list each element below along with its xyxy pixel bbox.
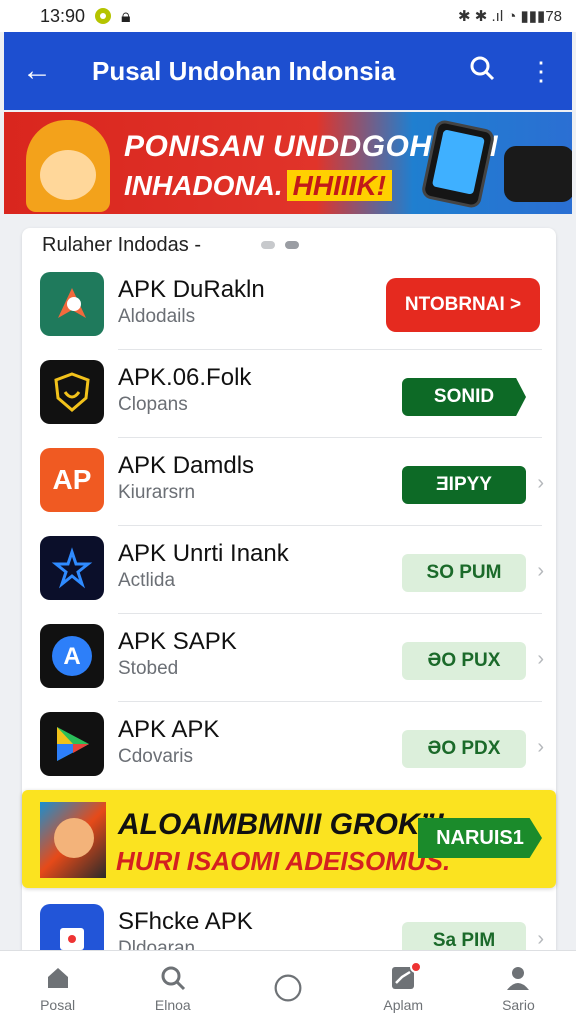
promo-headline: ALOAIMBMNII GROK”! xyxy=(118,808,445,841)
list-item[interactable]: A APK SAPK Stobed ƏO PUX › xyxy=(22,614,556,702)
app-subtitle: Actlida xyxy=(118,570,176,591)
back-arrow-icon[interactable]: ← xyxy=(22,54,70,88)
nav-label: Aplam xyxy=(383,996,424,1013)
more-options-icon[interactable]: ⋮ xyxy=(528,56,554,87)
install-button[interactable]: SONID xyxy=(402,378,526,416)
nav-label: Posal xyxy=(40,996,76,1013)
shield-icon xyxy=(40,360,104,424)
banner-tag: HHIIIK! xyxy=(286,170,392,201)
svg-text:A: A xyxy=(63,643,80,670)
list-item[interactable]: APK.06.Folk Clopans SONID xyxy=(22,350,556,438)
promo-character-image xyxy=(40,802,106,878)
home-icon xyxy=(43,963,73,993)
install-button[interactable]: ƏO PUX xyxy=(402,642,526,680)
status-indicators: ✱ ✱ .ıl ◔ ▮▮▮78 xyxy=(458,8,562,25)
app-subtitle: Clopans xyxy=(118,394,188,415)
app-subtitle: Stobed xyxy=(118,658,179,679)
install-button[interactable]: SO PUM xyxy=(402,554,526,592)
nav-label: Sario xyxy=(502,996,535,1013)
nav-search[interactable]: Elnoa xyxy=(115,951,230,1024)
app-name: APK.06.Folk xyxy=(118,364,252,391)
circle-icon xyxy=(273,973,303,1003)
store-icon: A xyxy=(40,624,104,688)
app-name: APK APK xyxy=(118,716,220,743)
chevron-right-icon: › xyxy=(537,736,544,758)
app-subtitle: Cdovaris xyxy=(118,746,193,767)
lock-icon: 🔒︎ xyxy=(121,5,131,26)
app-name: SFhcke APK xyxy=(118,908,253,935)
app-name: APK SAPK xyxy=(118,628,237,655)
carousel-indicator xyxy=(260,241,299,249)
list-item[interactable]: APK Unrti Inank Actlida SO PUM › xyxy=(22,526,556,614)
notification-badge xyxy=(409,961,422,973)
promo-subline: HURI ISAOMI ADEISOMUS. xyxy=(116,846,451,876)
nav-apps[interactable]: Aplam xyxy=(346,951,461,1024)
search-icon xyxy=(158,963,188,993)
app-name: APK Unrti Inank xyxy=(118,540,289,567)
speaker-image xyxy=(504,146,572,202)
profile-icon xyxy=(503,963,533,993)
install-button[interactable]: ƏO PDX xyxy=(402,730,526,768)
list-item[interactable]: APK DuRakln Aldodails NTOBRNAI > xyxy=(22,262,556,350)
app-bar: ← Pusal Undohan Indonsia ⋮ xyxy=(4,32,572,110)
nav-profile[interactable]: Sario xyxy=(461,951,576,1024)
chevron-right-icon: › xyxy=(537,472,544,494)
top-banner[interactable]: PONISAN UNDDGOHHAN INHADONA. HHIIIK! xyxy=(4,112,572,214)
list-item[interactable]: APK APK Cdovaris ƏO PDX › xyxy=(22,702,556,790)
list-header: Rulaher Indodas - xyxy=(42,233,201,256)
mascot-image xyxy=(26,120,110,212)
nav-home[interactable]: Posal xyxy=(0,951,115,1024)
install-button[interactable]: ƎIPYY xyxy=(402,466,526,504)
status-bar: 13:90 🔒︎ ✱ ✱ .ıl ◔ ▮▮▮78 xyxy=(0,0,576,32)
notification-icon xyxy=(95,8,112,24)
app-name: APK DuRakln xyxy=(118,276,265,303)
chevron-right-icon: › xyxy=(537,648,544,670)
banner-subline: INHADONA. HHIIIK! xyxy=(124,170,392,202)
rocket-icon xyxy=(40,272,104,336)
app-name: APK Damdls xyxy=(118,452,255,479)
app-subtitle: Aldodails xyxy=(118,306,196,327)
download-button[interactable]: NTOBRNAI > xyxy=(386,278,540,332)
app-subtitle: Kiurarsrn xyxy=(118,482,196,503)
nav-center[interactable] xyxy=(230,951,345,1024)
play-icon xyxy=(40,712,104,776)
chevron-right-icon: › xyxy=(537,560,544,582)
page-title: Pusal Undohan Indonsia xyxy=(92,55,396,86)
list-item[interactable]: AP APK Damdls Kiurarsrn ƎIPYY › xyxy=(22,438,556,526)
bottom-navigation: Posal Elnoa Aplam Sario xyxy=(0,950,576,1024)
star-icon xyxy=(40,536,104,600)
nav-label: Elnoa xyxy=(154,996,191,1013)
chevron-right-icon: › xyxy=(537,928,544,950)
promo-button[interactable]: NARUIS1 xyxy=(418,818,542,858)
ap-icon: AP xyxy=(40,448,104,512)
promo-banner[interactable]: ALOAIMBMNII GROK”! HURI ISAOMI ADEISOMUS… xyxy=(22,790,556,888)
search-icon[interactable] xyxy=(468,54,496,89)
status-time: 13:90 xyxy=(40,5,86,26)
